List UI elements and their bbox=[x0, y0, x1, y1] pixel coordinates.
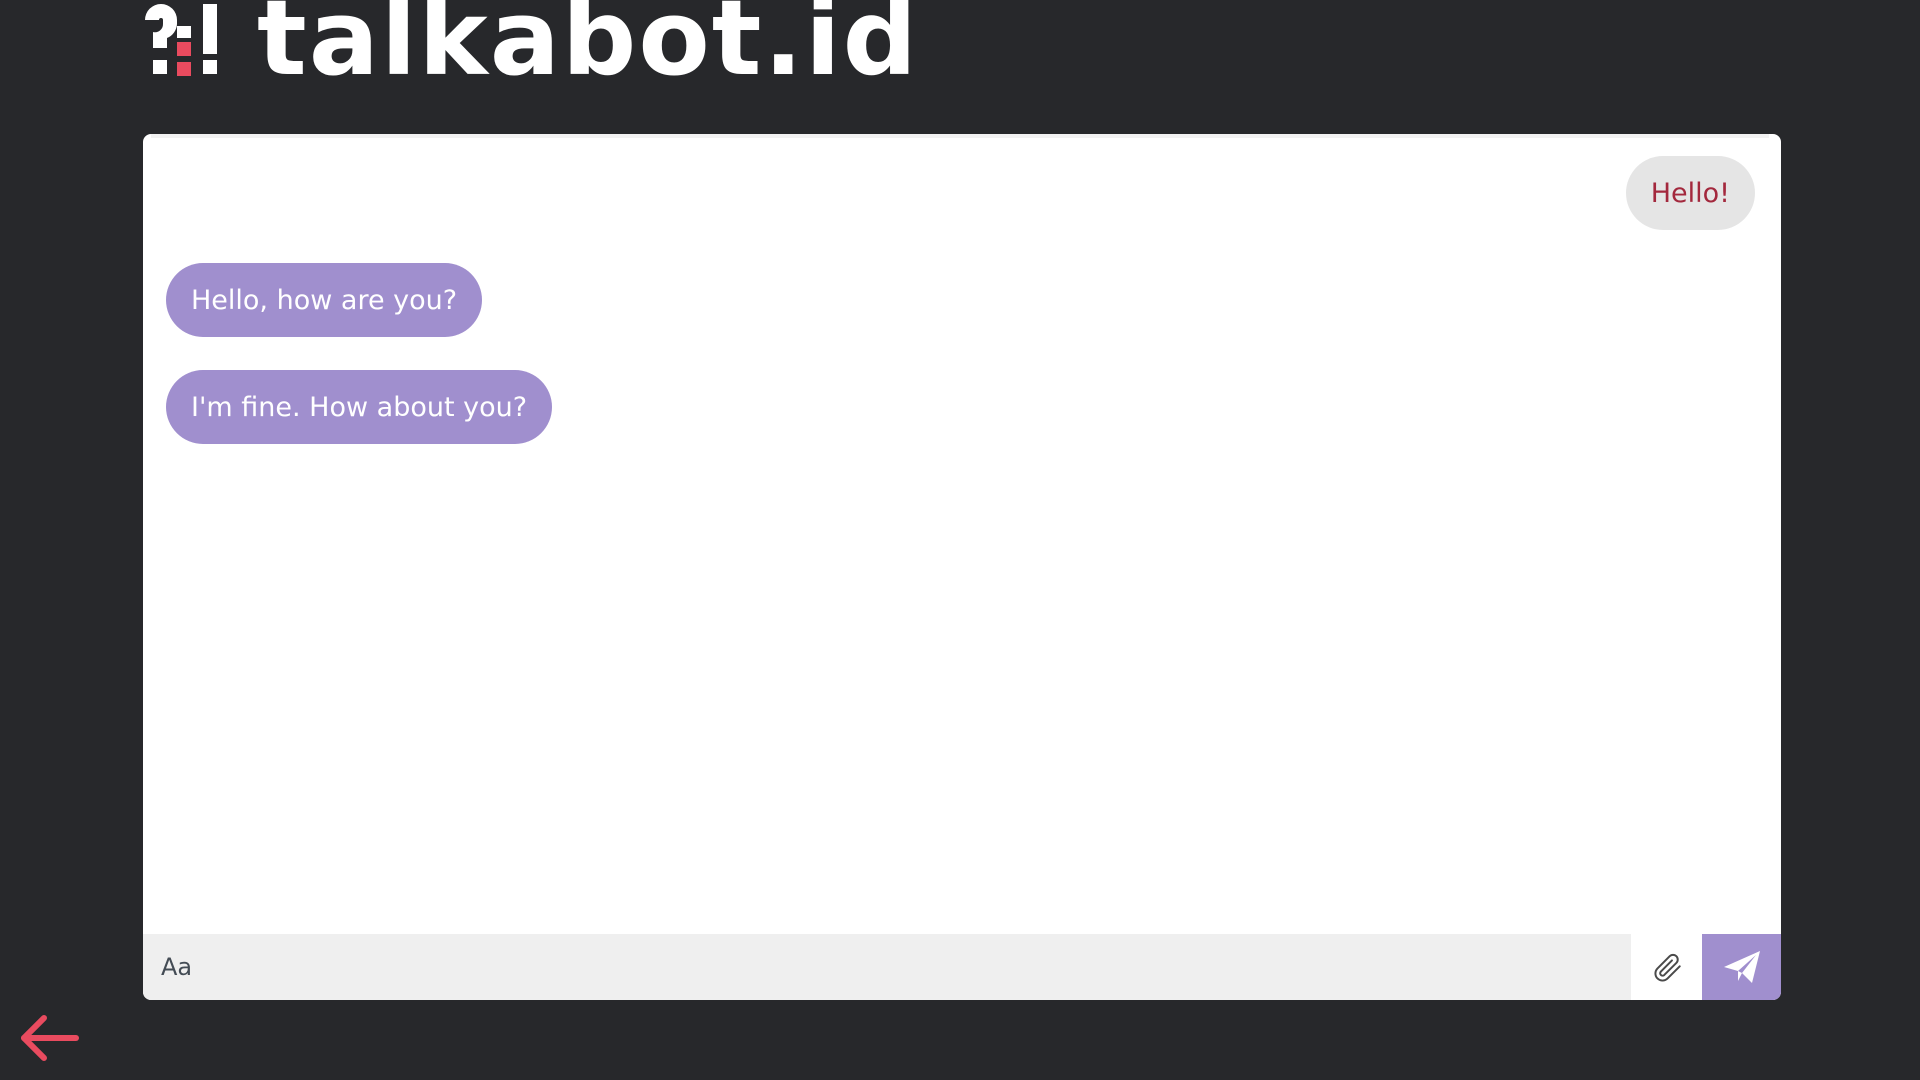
page: talkabot.id Hello! Hello, how are you? I… bbox=[0, 0, 1920, 1080]
arrow-left-icon bbox=[21, 1015, 79, 1061]
message-bubble-received: I'm fine. How about you? bbox=[166, 370, 553, 444]
message-composer bbox=[143, 934, 1781, 1000]
logo-mark-icon bbox=[145, 4, 217, 76]
attach-button[interactable] bbox=[1631, 934, 1702, 1000]
paper-plane-icon bbox=[1723, 951, 1760, 983]
paperclip-icon bbox=[1653, 953, 1681, 982]
message-input[interactable] bbox=[143, 934, 1631, 1000]
message-list: Hello! Hello, how are you? I'm fine. How… bbox=[143, 134, 1781, 934]
chat-window: Hello! Hello, how are you? I'm fine. How… bbox=[143, 134, 1781, 1000]
message-bubble-sent: Hello! bbox=[1625, 156, 1755, 230]
send-button[interactable] bbox=[1702, 934, 1781, 1000]
message-bubble-received: Hello, how are you? bbox=[166, 263, 483, 337]
logo: talkabot.id bbox=[143, 0, 919, 90]
back-button[interactable] bbox=[18, 1012, 80, 1064]
logo-wordmark: talkabot.id bbox=[257, 0, 920, 99]
